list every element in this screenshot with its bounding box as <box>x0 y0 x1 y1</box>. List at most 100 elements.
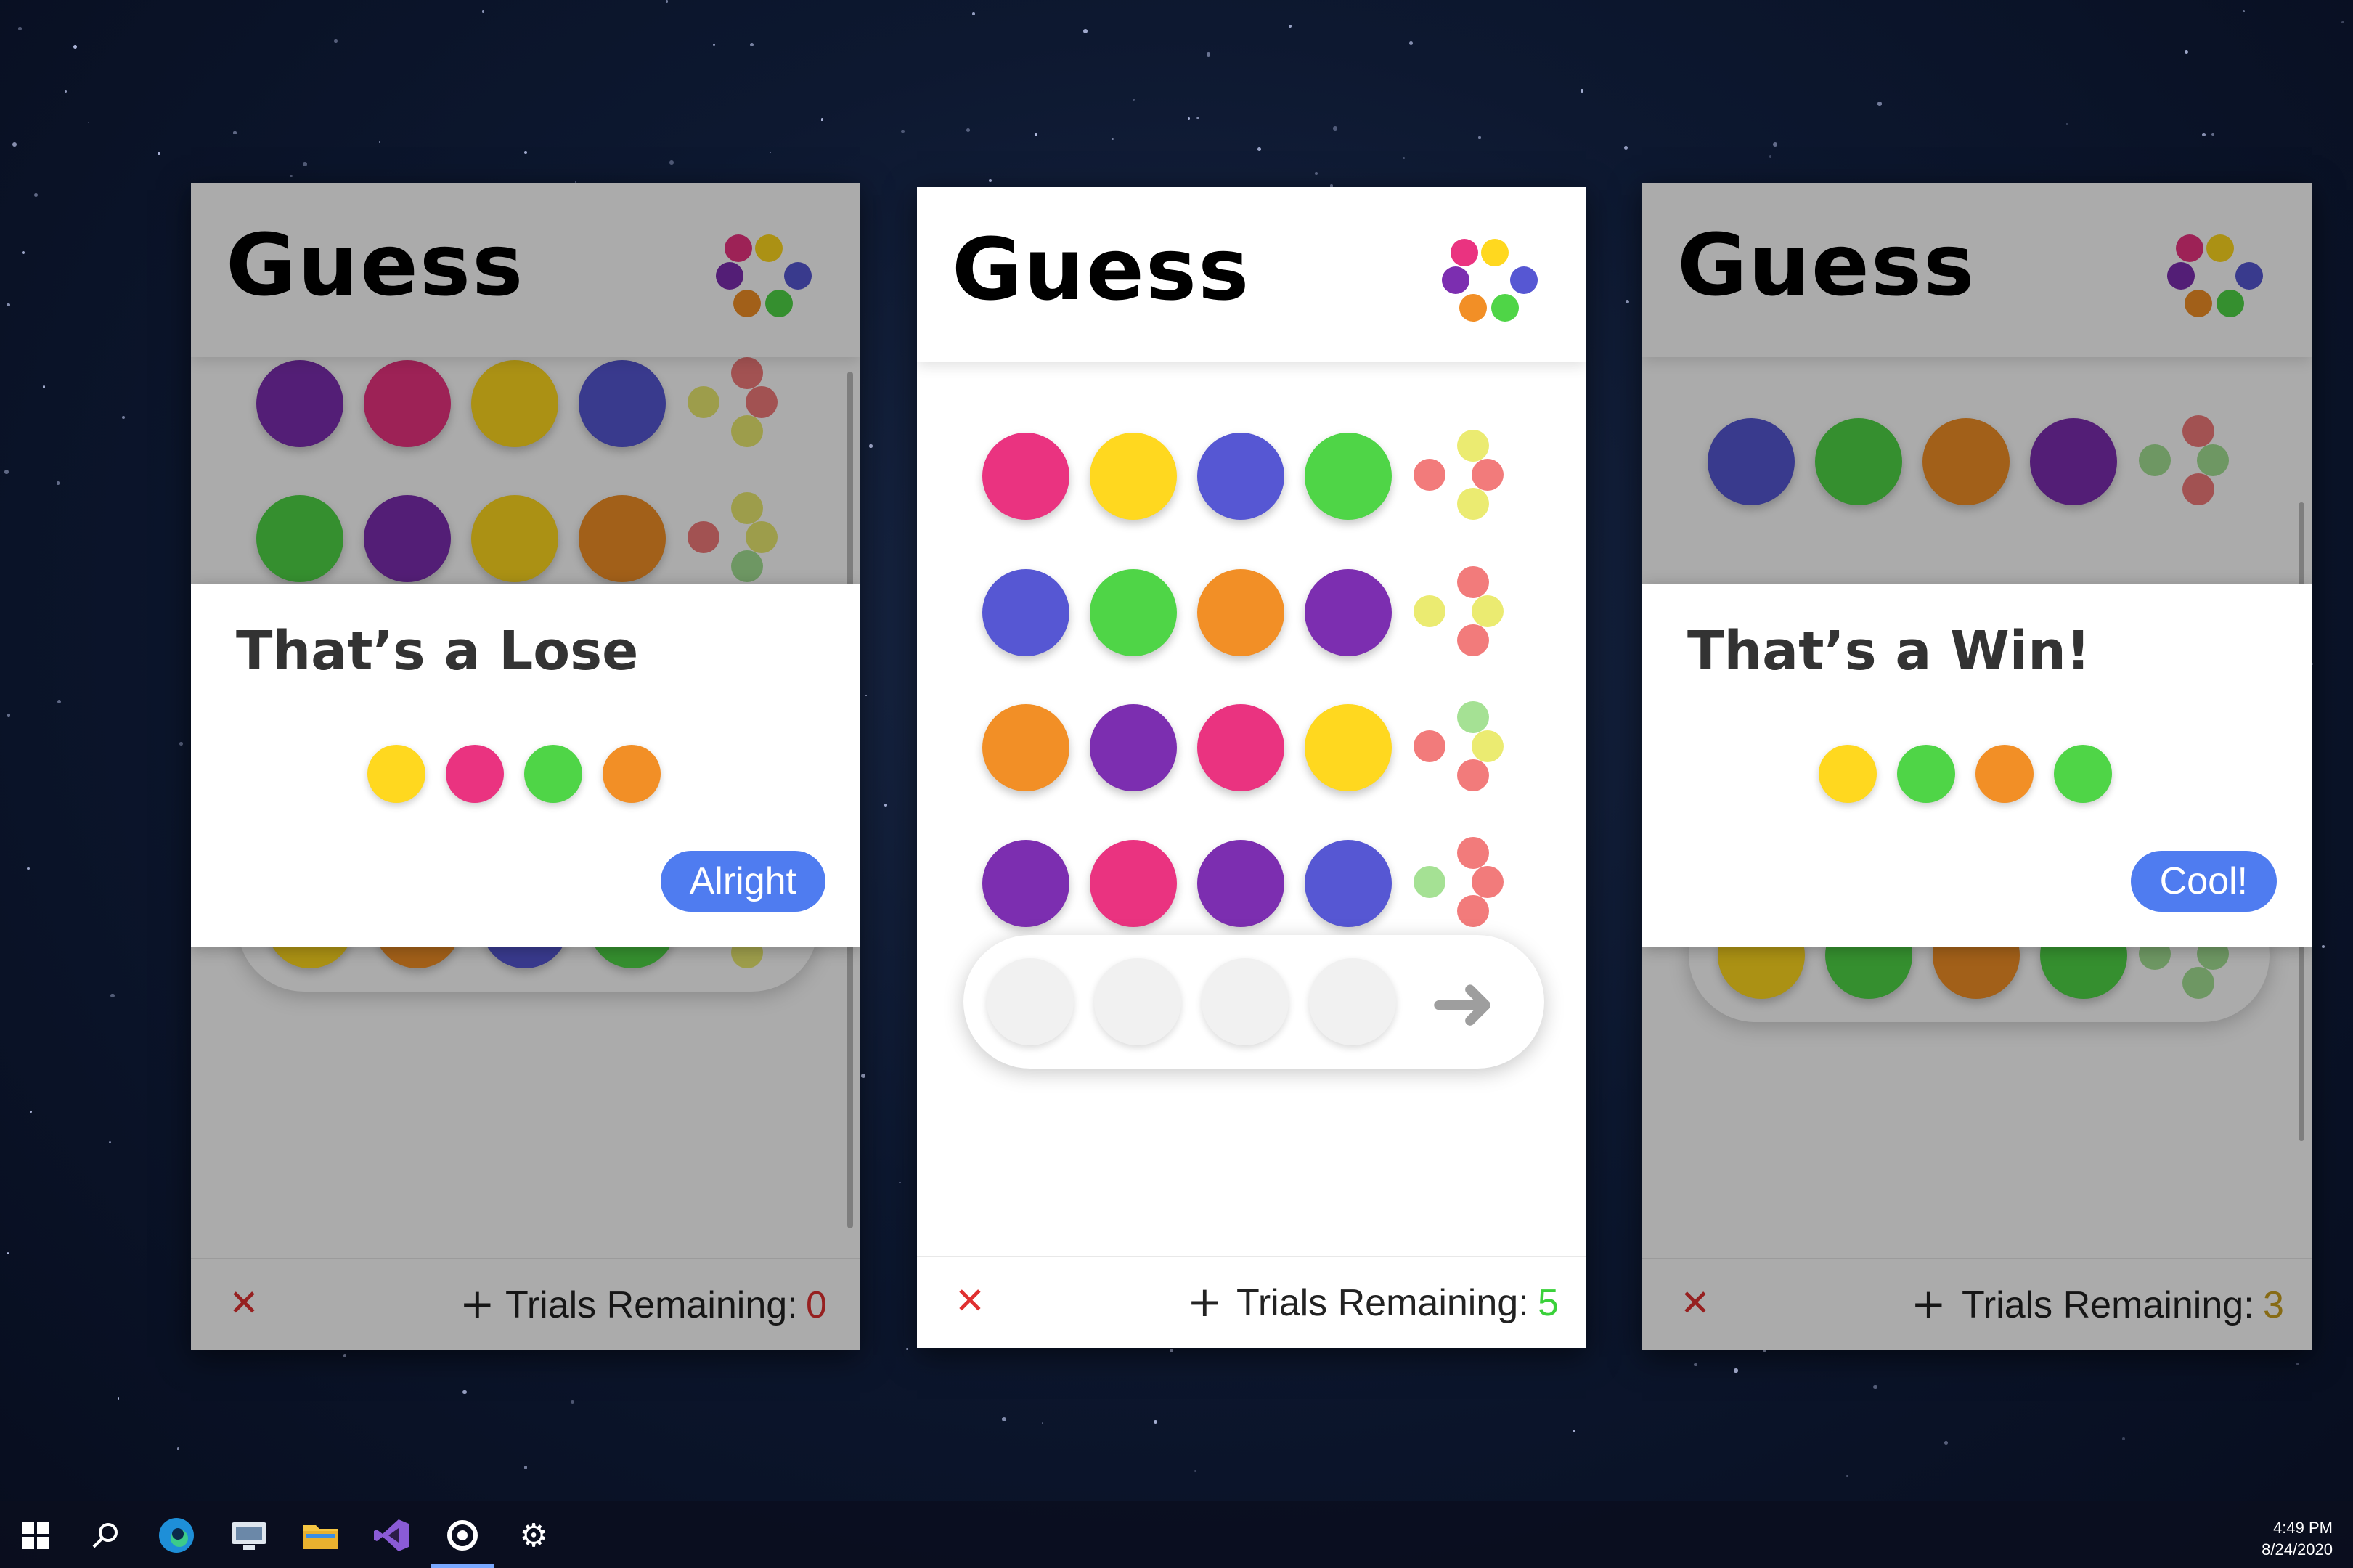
star <box>176 1447 180 1450</box>
app-logo-icon <box>1442 239 1538 322</box>
cool-button[interactable]: Cool! <box>2130 851 2277 912</box>
solution-peg <box>446 745 504 803</box>
taskbar: ⚙ 4:49 PM 8/24/2020 <box>0 1501 2353 1568</box>
file-explorer-icon[interactable] <box>299 1514 341 1556</box>
star <box>1001 1416 1006 1421</box>
star <box>73 45 78 49</box>
feedback-peg <box>1457 759 1489 791</box>
star <box>2243 10 2246 13</box>
guess-peg <box>982 569 1069 656</box>
visual-studio-icon[interactable] <box>370 1514 412 1556</box>
star <box>1877 102 1883 106</box>
system-clock[interactable]: 4:49 PM 8/24/2020 <box>2262 1517 2333 1561</box>
star <box>2341 21 2344 24</box>
star <box>27 867 30 870</box>
empty-peg-slot[interactable] <box>987 958 1074 1045</box>
guess-window-win: Guess That’s a Win! Cool! ✕ + Trials Rem… <box>1642 183 2312 1350</box>
window-footer: ✕ + Trials Remaining: 5 <box>917 1256 1586 1348</box>
feedback-peg <box>1414 459 1445 491</box>
app-title: Guess <box>952 219 1251 319</box>
star <box>1132 99 1135 102</box>
star <box>571 1400 575 1405</box>
guess-window-lose: Guess That’s a Lose Alright ✕ + Trials R… <box>191 183 860 1350</box>
star <box>861 1073 866 1078</box>
edge-browser-icon[interactable] <box>155 1514 197 1556</box>
star <box>1580 89 1584 93</box>
star <box>1572 1429 1575 1433</box>
feedback-peg <box>1457 566 1489 598</box>
star <box>303 162 307 166</box>
guess-row <box>975 701 1541 794</box>
feedback-peg <box>1457 837 1489 869</box>
guess-row <box>975 837 1541 930</box>
guess-board: ➜ <box>917 362 1586 1255</box>
search-icon[interactable] <box>84 1514 126 1556</box>
star <box>87 121 90 124</box>
feedback-peg <box>1457 701 1489 733</box>
settings-gear-icon[interactable]: ⚙ <box>513 1514 555 1556</box>
solution-peg <box>603 745 661 803</box>
solution-peg <box>524 745 582 803</box>
star <box>462 1389 467 1395</box>
submit-arrow-icon[interactable]: ➜ <box>1430 963 1496 1042</box>
star <box>1041 1422 1044 1424</box>
star <box>869 444 873 448</box>
remote-desktop-icon[interactable] <box>228 1514 270 1556</box>
result-dialog: That’s a Win! Cool! <box>1642 584 2312 947</box>
close-icon[interactable]: ✕ <box>955 1280 985 1322</box>
guess-peg <box>1090 433 1177 520</box>
star <box>1034 133 1038 136</box>
star <box>12 142 17 147</box>
feedback-peg <box>1457 430 1489 462</box>
guess-peg <box>1305 704 1392 791</box>
clock-date: 8/24/2020 <box>2262 1540 2333 1559</box>
star <box>2211 133 2215 136</box>
star <box>1315 171 1318 175</box>
logo-dot <box>1442 266 1469 294</box>
guess-window-active: Guess ➜ ✕ + Trials Remaining: 5 <box>917 187 1586 1348</box>
star <box>4 470 9 475</box>
clock-time: 4:49 PM <box>2273 1519 2333 1537</box>
star <box>7 303 11 307</box>
feedback-peg <box>1457 488 1489 520</box>
star <box>179 742 183 746</box>
star <box>343 1354 347 1357</box>
feedback-peg <box>1472 595 1504 627</box>
input-guess-row: ➜ <box>963 935 1544 1069</box>
feedback-peg <box>1472 866 1504 898</box>
feedback-peg <box>1457 624 1489 656</box>
star <box>884 803 888 807</box>
guess-peg <box>1305 433 1392 520</box>
star <box>1403 157 1405 160</box>
result-dialog: That’s a Lose Alright <box>191 584 860 947</box>
star <box>57 699 62 703</box>
empty-peg-slot[interactable] <box>1202 958 1289 1045</box>
star <box>2296 1363 2300 1366</box>
guess-peg <box>1090 704 1177 791</box>
guess-app-icon[interactable] <box>441 1514 484 1556</box>
star <box>523 150 528 154</box>
empty-peg-slot[interactable] <box>1094 958 1181 1045</box>
star <box>905 1348 908 1351</box>
empty-peg-slot[interactable] <box>1309 958 1396 1045</box>
feedback-peg <box>1457 895 1489 927</box>
new-game-plus-icon[interactable]: + <box>1187 1277 1223 1326</box>
star <box>1170 1349 1173 1352</box>
guess-peg <box>1090 569 1177 656</box>
alright-button[interactable]: Alright <box>660 851 825 912</box>
star <box>43 385 46 388</box>
star <box>988 179 992 182</box>
star <box>750 43 754 47</box>
windows-start-icon[interactable] <box>15 1514 57 1556</box>
star <box>117 1397 120 1400</box>
star <box>378 141 380 143</box>
logo-dot <box>1451 239 1478 266</box>
star <box>56 481 60 485</box>
guess-row <box>975 566 1541 659</box>
star <box>1872 1384 1877 1389</box>
solution-peg <box>1819 745 1877 803</box>
guess-peg <box>1197 704 1284 791</box>
star <box>899 1181 901 1184</box>
guess-peg <box>982 433 1069 520</box>
solution-peg <box>367 745 425 803</box>
